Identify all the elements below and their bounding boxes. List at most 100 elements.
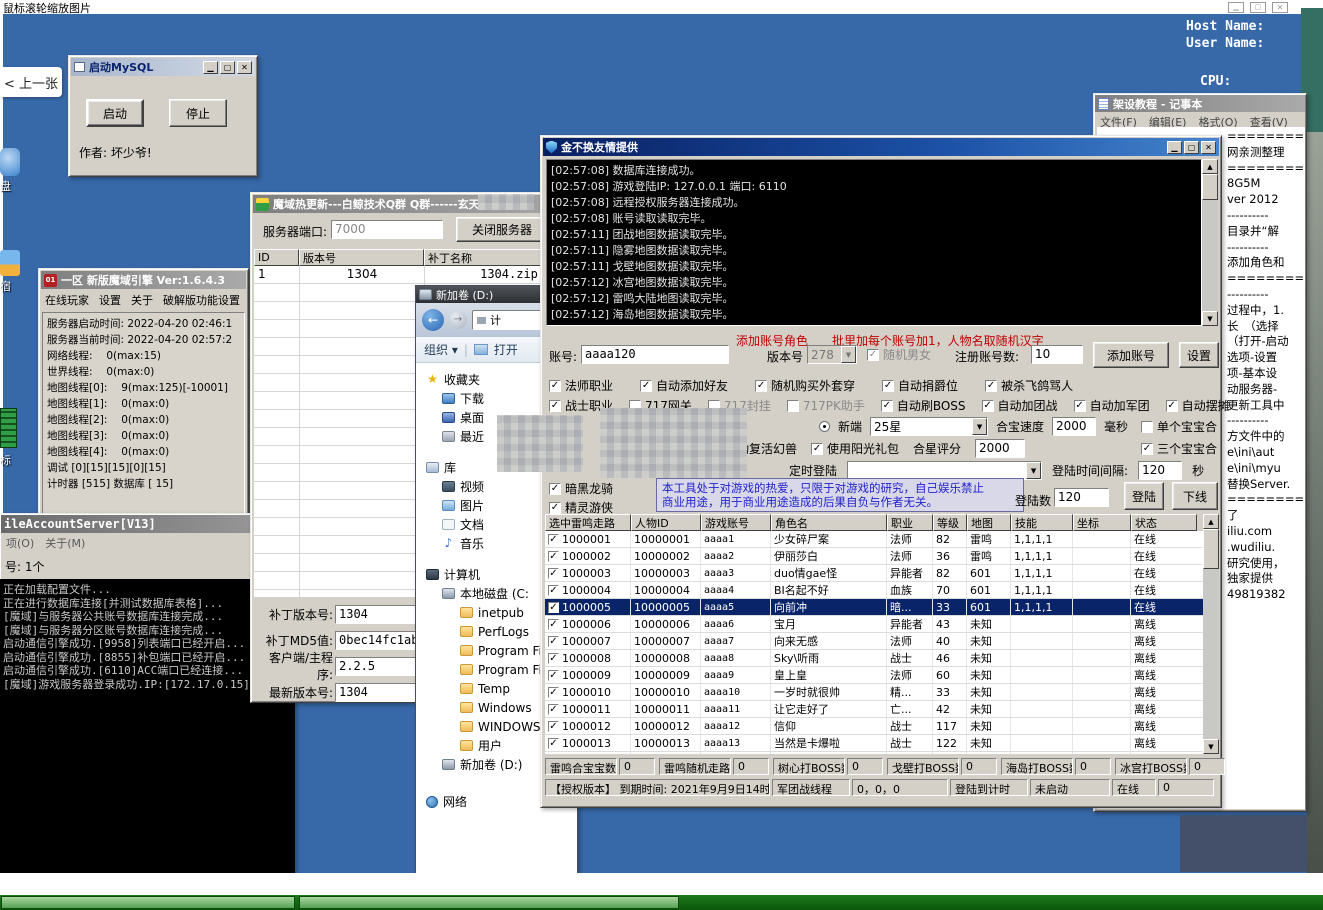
account-col-header[interactable]: 角色名: [771, 514, 887, 531]
bot-checkbox[interactable]: ✓自动加团战: [982, 397, 1058, 414]
scroll-thumb[interactable]: [1202, 174, 1218, 200]
single-pet-checkbox[interactable]: 单个宝宝合: [1141, 418, 1217, 435]
sun-gift-checkbox[interactable]: ✓使用阳光礼包: [811, 440, 899, 457]
table-row[interactable]: ✓1000002 10000002 aaaa2 伊丽莎白 法师 36 雷鸣 1,…: [545, 548, 1203, 565]
bot-checkbox[interactable]: 717PK助手: [787, 397, 865, 414]
close-icon[interactable]: ✕: [1272, 2, 1288, 13]
engine-menu-item[interactable]: 在线玩家: [45, 292, 89, 308]
notepad-titlebar[interactable]: 架设教程 - 记事本: [1095, 95, 1305, 112]
mysql-titlebar[interactable]: 启动MySQL ▁ ▢ ✕: [71, 58, 255, 76]
account-col-header[interactable]: 技能: [1011, 514, 1073, 531]
table-row[interactable]: ✓1000004 10000004 aaaa4 BI名起不好 血族 70 601…: [545, 582, 1203, 599]
scroll-down-icon[interactable]: ▼: [1203, 739, 1219, 754]
account-col-header[interactable]: 游戏账号: [701, 514, 771, 531]
account-col-header[interactable]: 职业: [887, 514, 933, 531]
table-row[interactable]: ✓1000012 10000012 aaaa12 信仰 战士 117 未知 离线: [545, 718, 1203, 735]
speed-input[interactable]: 2000: [1052, 417, 1096, 436]
mysql-maximize-icon[interactable]: ▢: [220, 61, 235, 74]
patch-col-header[interactable]: ID: [254, 249, 299, 266]
engine-menu-item[interactable]: 关于: [131, 292, 153, 308]
row-checkbox[interactable]: ✓: [548, 619, 559, 630]
row-checkbox[interactable]: ✓: [548, 568, 559, 579]
bot-checkbox[interactable]: ✓被杀飞鸽骂人: [985, 377, 1073, 394]
row-checkbox[interactable]: ✓: [548, 670, 559, 681]
forward-icon[interactable]: →: [449, 311, 467, 329]
account-col-header[interactable]: 状态: [1131, 514, 1197, 531]
account-col-header[interactable]: 人物ID: [631, 514, 701, 531]
bot-checkbox[interactable]: ✓自动添加好友: [640, 377, 728, 394]
bot-minimize-icon[interactable]: ▁: [1167, 141, 1182, 154]
bot-close-icon[interactable]: ✕: [1201, 141, 1216, 154]
organize-button[interactable]: 组织 ▾: [424, 341, 458, 358]
table-row[interactable]: ✓1000007 10000007 aaaa7 向来无感 法师 40 未知 离线: [545, 633, 1203, 650]
scroll-thumb[interactable]: [1203, 529, 1219, 569]
table-scrollbar[interactable]: ▲ ▼: [1203, 514, 1219, 754]
bot-checkbox[interactable]: ✓随机购买外套穿: [755, 377, 855, 394]
prev-image-button[interactable]: < 上一张: [0, 67, 62, 97]
taskbar-button-1[interactable]: [1, 896, 295, 909]
table-row[interactable]: ✓1000001 10000001 aaaa1 少女碎尸案 法师 82 雷鸣 1…: [545, 531, 1203, 548]
bot-maximize-icon[interactable]: ▢: [1184, 141, 1199, 154]
score-input[interactable]: 2000: [975, 439, 1025, 458]
table-row[interactable]: ✓1000013 10000013 aaaa13 当然是卡爆啦 战士 122 未…: [545, 735, 1203, 752]
mysql-stop-button[interactable]: 停止: [169, 99, 227, 127]
patch-row-id[interactable]: 1: [258, 267, 266, 281]
bot-checkbox[interactable]: ✓自动加军团: [1074, 397, 1150, 414]
bot-checkbox[interactable]: ✓法师职业: [549, 377, 613, 394]
account-col-header[interactable]: 选中雷鸣走路: [545, 514, 631, 531]
bot-titlebar[interactable]: 金不换友情提供 ▁ ▢ ✕: [543, 138, 1219, 156]
table-row[interactable]: ✓1000011 10000011 aaaa11 让它走好了 亡... 42 未…: [545, 701, 1203, 718]
account-col-header[interactable]: 等级: [933, 514, 967, 531]
patch-col-header[interactable]: 版本号: [299, 249, 424, 266]
mysql-start-button[interactable]: 启动: [86, 99, 144, 127]
mysql-minimize-icon[interactable]: ▁: [203, 61, 218, 74]
row-checkbox[interactable]: ✓: [548, 585, 559, 596]
taskbar-button-2[interactable]: [299, 896, 679, 909]
table-row[interactable]: ✓1000010 10000010 aaaa10 一岁时就很帅 精... 33 …: [545, 684, 1203, 701]
login-button[interactable]: 登陆: [1124, 482, 1164, 510]
table-row[interactable]: ✓1000003 10000003 aaaa3 duo情gae怪 异能者 82 …: [545, 565, 1203, 582]
row-checkbox[interactable]: ✓: [548, 636, 559, 647]
account-input[interactable]: aaaa120: [581, 345, 729, 364]
server-port-input[interactable]: 7000: [331, 220, 443, 239]
newend-radio[interactable]: [819, 421, 830, 432]
bot-checkbox[interactable]: ✓自动刷BOSS: [881, 397, 966, 414]
row-checkbox[interactable]: ✓: [548, 738, 559, 749]
account-col-header[interactable]: 地图: [967, 514, 1011, 531]
table-row[interactable]: ✓1000006 10000006 aaaa6 宝月 异能者 43 未知 离线: [545, 616, 1203, 633]
scroll-up-icon[interactable]: ▲: [1203, 514, 1219, 529]
row-checkbox[interactable]: ✓: [548, 534, 559, 545]
triple-pet-checkbox[interactable]: ✓三个宝宝合: [1141, 440, 1217, 457]
random-gender-checkbox[interactable]: ✓随机男女: [867, 346, 931, 363]
mysql-close-icon[interactable]: ✕: [237, 61, 252, 74]
close-server-button[interactable]: 关闭服务器: [456, 217, 548, 242]
engine-titlebar[interactable]: 01 一区 新版魔域引擎 Ver:1.6.4.3: [41, 271, 246, 289]
dark-knight-checkbox[interactable]: ✓暗黑龙骑: [549, 480, 613, 497]
desktop-icon-3[interactable]: 标: [0, 408, 26, 468]
login-count-input[interactable]: 120: [1054, 488, 1109, 507]
add-account-button[interactable]: 添加账号: [1093, 342, 1169, 368]
scroll-down-icon[interactable]: ▼: [1202, 311, 1218, 326]
row-checkbox[interactable]: ✓: [548, 653, 559, 664]
interval-input[interactable]: 120: [1138, 461, 1182, 480]
row-checkbox[interactable]: ✓: [548, 551, 559, 562]
scroll-up-icon[interactable]: ▲: [1202, 159, 1218, 174]
log-scrollbar[interactable]: ▲ ▼: [1202, 159, 1218, 326]
row-checkbox[interactable]: ✓: [548, 687, 559, 698]
table-row[interactable]: ✓1000009 10000009 aaaa9 皇上皇 法师 60 未知 离线: [545, 667, 1203, 684]
bot-checkbox[interactable]: ✓自动摆摊: [1166, 397, 1230, 414]
row-checkbox[interactable]: ✓: [548, 704, 559, 715]
maximize-icon[interactable]: ▢: [1250, 2, 1266, 13]
register-count-input[interactable]: 10: [1031, 345, 1083, 364]
star-combo[interactable]: 25星▼: [870, 417, 988, 436]
version-combo[interactable]: 278▼: [807, 345, 857, 364]
row-checkbox[interactable]: ✓: [548, 602, 559, 613]
back-icon[interactable]: ←: [422, 309, 444, 331]
table-row[interactable]: ✓1000005 10000005 aaaa5 向前冲 暗... 33 601 …: [545, 599, 1203, 616]
settings-button[interactable]: 设置: [1179, 342, 1219, 368]
engine-menu-item[interactable]: 破解版功能设置: [163, 292, 240, 308]
minimize-icon[interactable]: ▁: [1228, 2, 1244, 13]
table-row[interactable]: 1000014 10000014 14 是再利芬到 亡 103 未知 离线: [545, 752, 1203, 754]
table-row[interactable]: ✓1000008 10000008 aaaa8 Sky\听雨 战士 46 未知 …: [545, 650, 1203, 667]
account-col-header[interactable]: 坐标: [1073, 514, 1131, 531]
